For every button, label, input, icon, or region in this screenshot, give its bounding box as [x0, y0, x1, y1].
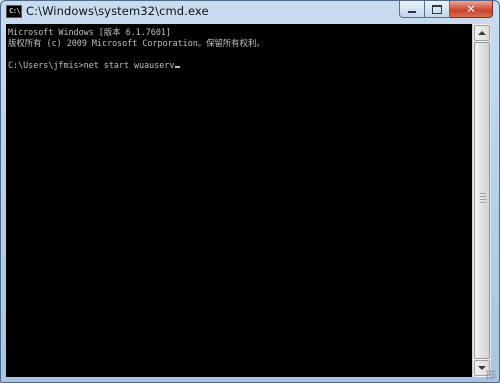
thumb-grip-icon [480, 193, 486, 205]
resize-grip-icon[interactable] [486, 370, 496, 380]
console-line-copyright: 版权所有 (c) 2009 Microsoft Corporation。保留所有… [8, 38, 265, 48]
scroll-up-button[interactable] [474, 25, 490, 41]
minimize-icon [408, 11, 416, 13]
window-title: C:\Windows\system32\cmd.exe [26, 4, 209, 18]
caption-buttons: ✕ [399, 1, 493, 19]
minimize-button[interactable] [399, 1, 425, 18]
console-output[interactable]: Microsoft Windows [版本 6.1.7601] 版权所有 (c)… [6, 24, 472, 377]
cmd-app-icon[interactable]: C:\ [6, 5, 22, 18]
close-button[interactable]: ✕ [450, 1, 493, 18]
close-icon: ✕ [465, 2, 477, 16]
scroll-thumb[interactable] [474, 42, 490, 359]
text-cursor [175, 66, 181, 68]
arrow-down-icon [478, 366, 486, 370]
console-line-prompt: C:\Users\jfmis>net start wuauserv [8, 60, 472, 71]
cmd-window: C:\ C:\Windows\system32\cmd.exe ✕ Micros… [0, 0, 500, 383]
command-prompt-text: C:\Users\jfmis>net start wuauserv [8, 60, 175, 70]
title-bar[interactable]: C:\ C:\Windows\system32\cmd.exe ✕ [1, 1, 499, 23]
console-line-version: Microsoft Windows [版本 6.1.7601] [8, 27, 171, 37]
vertical-scrollbar[interactable] [472, 24, 491, 377]
maximize-icon [432, 4, 442, 14]
arrow-up-icon [478, 31, 486, 35]
window-bottom-border [6, 377, 491, 383]
maximize-button[interactable] [425, 1, 450, 18]
